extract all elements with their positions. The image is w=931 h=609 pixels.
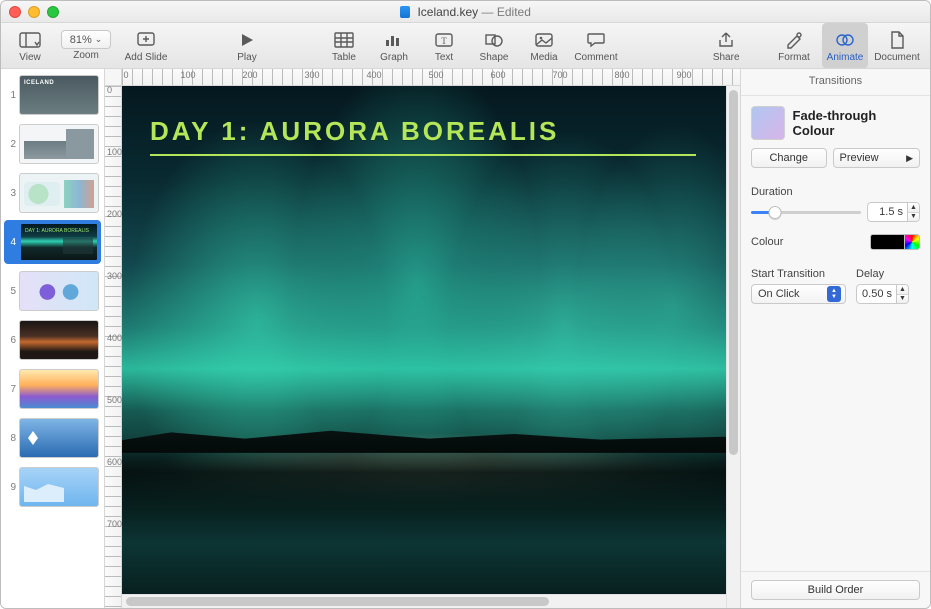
titlebar: Iceland.key — Edited: [1, 1, 930, 23]
ruler-horizontal[interactable]: 0 100 200 300 400 500 600 700 800 900: [122, 69, 740, 86]
ruler-tick: 400: [366, 70, 381, 80]
inspector-tab[interactable]: Transitions: [741, 69, 930, 96]
slide-thumb[interactable]: 6: [4, 318, 101, 362]
play-icon: ▶: [906, 153, 913, 164]
slide-navigator[interactable]: 1 ICELAND 2 3 4 DAY 1: AURORA BOREALIS 5…: [1, 69, 105, 608]
duration-slider[interactable]: [751, 204, 861, 220]
svg-text:T: T: [441, 36, 447, 46]
effect-row: Fade-through Colour: [751, 106, 920, 140]
animate-button[interactable]: Animate: [822, 23, 868, 68]
slide[interactable]: DAY 1: AURORA BOREALIS: [122, 86, 736, 608]
colour-swatch[interactable]: [870, 234, 904, 250]
slide-thumb[interactable]: 2: [4, 122, 101, 166]
toolbar: View 81% ⌄ Zoom Add Slide Play Table Gra…: [1, 23, 930, 69]
colour-label: Colour: [751, 236, 783, 248]
effect-swatch-icon[interactable]: [751, 106, 785, 140]
document-button[interactable]: Document: [872, 23, 924, 68]
zoom-value: 81%: [70, 34, 92, 46]
ruler-corner: [105, 69, 122, 86]
duration-stepper[interactable]: 1.5 s ▲▼: [867, 202, 920, 222]
inspector-panel: Transitions Fade-through Colour Change P…: [740, 69, 930, 608]
duration-label: Duration: [751, 186, 920, 198]
maximize-icon[interactable]: [47, 6, 59, 18]
ruler-tick: 500: [107, 395, 122, 405]
preview-button[interactable]: Preview ▶: [833, 148, 921, 168]
slide-title[interactable]: DAY 1: AURORA BOREALIS: [150, 116, 559, 147]
graph-button[interactable]: Graph: [371, 23, 417, 68]
slide-thumb[interactable]: 3: [4, 171, 101, 215]
ruler-tick: 500: [428, 70, 443, 80]
slide-thumb[interactable]: 1 ICELAND: [4, 73, 101, 117]
shape-button[interactable]: Shape: [471, 23, 517, 68]
stepper-icon[interactable]: ▲▼: [896, 284, 909, 304]
format-button[interactable]: Format: [772, 23, 818, 68]
ruler-tick: 200: [242, 70, 257, 80]
ruler-tick: 700: [552, 70, 567, 80]
slide-thumb[interactable]: 9: [4, 465, 101, 509]
scroll-thumb[interactable]: [729, 90, 738, 455]
ruler-tick: 100: [107, 147, 122, 157]
play-button[interactable]: Play: [177, 23, 317, 68]
ruler-tick: 600: [107, 457, 122, 467]
colour-picker[interactable]: [870, 234, 920, 250]
media-button[interactable]: Media: [521, 23, 567, 68]
ruler-vertical[interactable]: 0 100 200 300 400 500 600 700: [105, 86, 122, 608]
view-button[interactable]: View: [7, 23, 53, 68]
ruler-tick: 900: [676, 70, 691, 80]
slide-landmass: [122, 421, 736, 452]
scrollbar-horizontal[interactable]: [122, 594, 726, 608]
delay-value[interactable]: 0.50 s: [856, 284, 896, 304]
comment-button[interactable]: Comment: [571, 23, 621, 68]
start-transition-value: On Click: [758, 288, 800, 300]
table-button[interactable]: Table: [321, 23, 367, 68]
ruler-tick: 300: [107, 271, 122, 281]
duration-value[interactable]: 1.5 s: [867, 202, 907, 222]
chevron-down-icon: ⌄: [95, 34, 103, 45]
slide-thumb[interactable]: 7: [4, 367, 101, 411]
build-order-button[interactable]: Build Order: [751, 580, 920, 600]
start-transition-label: Start Transition: [751, 268, 846, 280]
ruler-tick: 600: [490, 70, 505, 80]
slide-thumb[interactable]: 8: [4, 416, 101, 460]
edited-status: — Edited: [482, 5, 531, 19]
stepper-icon[interactable]: ▲▼: [907, 202, 920, 222]
share-button[interactable]: Share: [703, 23, 749, 68]
colour-wheel-icon[interactable]: [904, 234, 920, 250]
ruler-tick: 800: [614, 70, 629, 80]
ruler-tick: 0: [123, 70, 128, 80]
slide-thumb-selected[interactable]: 4 DAY 1: AURORA BOREALIS: [4, 220, 101, 264]
slide-divider: [150, 154, 696, 156]
delay-label: Delay: [856, 268, 920, 280]
ruler-tick: 300: [304, 70, 319, 80]
add-slide-button[interactable]: Add Slide: [119, 23, 173, 68]
ruler-tick: 0: [107, 85, 112, 95]
window-title: Iceland.key — Edited: [1, 5, 930, 19]
window-controls: [9, 6, 59, 18]
ruler-tick: 100: [180, 70, 195, 80]
delay-stepper[interactable]: 0.50 s ▲▼: [856, 284, 920, 304]
scroll-thumb[interactable]: [126, 597, 549, 606]
workspace: 1 ICELAND 2 3 4 DAY 1: AURORA BOREALIS 5…: [1, 69, 930, 608]
updown-icon: ▲▼: [827, 286, 841, 302]
scrollbar-vertical[interactable]: [726, 86, 740, 608]
start-transition-select[interactable]: On Click ▲▼: [751, 284, 846, 304]
text-button[interactable]: T Text: [421, 23, 467, 68]
effect-name: Fade-through Colour: [793, 108, 920, 138]
filename: Iceland.key: [417, 5, 478, 19]
app-window: Iceland.key — Edited View 81% ⌄ Zoom Add…: [0, 0, 931, 609]
slide-canvas[interactable]: DAY 1: AURORA BOREALIS: [122, 86, 740, 608]
ruler-tick: 700: [107, 519, 122, 529]
minimize-icon[interactable]: [28, 6, 40, 18]
close-icon[interactable]: [9, 6, 21, 18]
slide-thumb[interactable]: 5: [4, 269, 101, 313]
change-button[interactable]: Change: [751, 148, 827, 168]
ruler-tick: 400: [107, 333, 122, 343]
document-icon: [400, 6, 410, 18]
ruler-tick: 200: [107, 209, 122, 219]
zoom-dropdown[interactable]: 81% ⌄ Zoom: [57, 23, 115, 68]
